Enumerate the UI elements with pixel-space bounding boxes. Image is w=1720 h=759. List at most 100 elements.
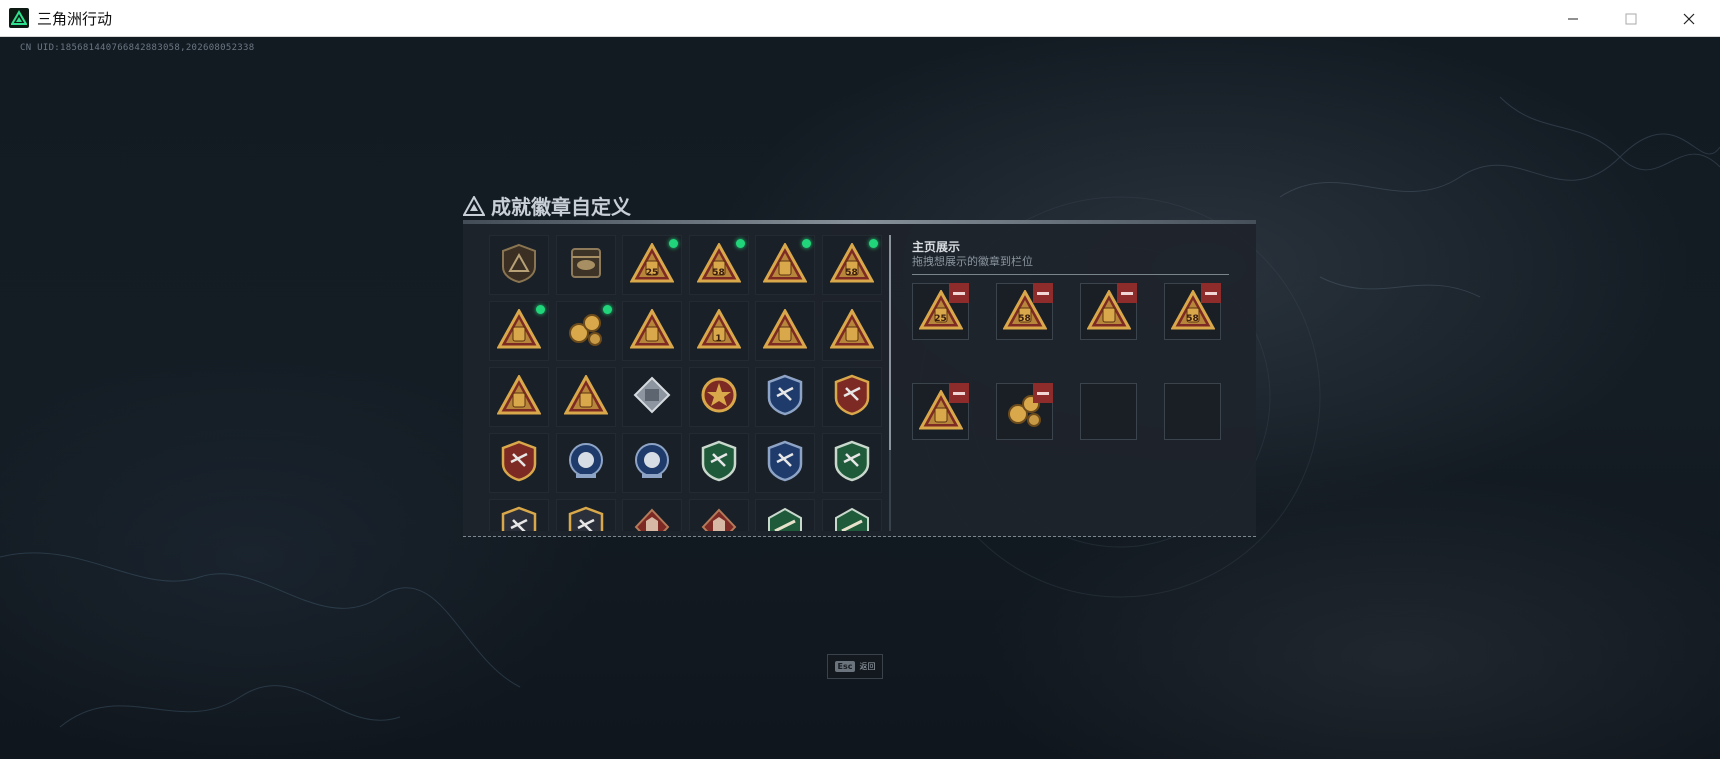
badge-cell[interactable]	[622, 301, 682, 361]
badge-cell[interactable]	[622, 367, 682, 427]
badge-number-label: 1	[715, 334, 722, 344]
close-button[interactable]	[1660, 0, 1718, 37]
minus-icon	[1037, 291, 1049, 295]
gear-cluster-icon	[565, 309, 607, 353]
silver-diamond-icon	[632, 375, 672, 419]
showcase-slot[interactable]: 58	[996, 283, 1053, 340]
new-badge-dot	[669, 239, 678, 248]
triangle-backpack-icon	[695, 241, 742, 287]
showcase-slot[interactable]: 25	[912, 283, 969, 340]
new-badge-dot	[536, 305, 545, 314]
badge-cell[interactable]	[755, 235, 815, 295]
new-badge-dot	[735, 239, 745, 248]
blue-shield-wings-icon	[765, 374, 805, 420]
remove-badge-button[interactable]	[1117, 283, 1137, 303]
badge-cell[interactable]: 58	[688, 235, 749, 295]
panel-header: 成就徽章自定义	[463, 191, 631, 220]
red-wolf-emblem-icon	[632, 507, 672, 531]
badge-cell[interactable]	[755, 367, 815, 427]
badge-cell[interactable]	[622, 499, 682, 531]
shield-triangle-icon	[501, 243, 537, 287]
showcase-slot[interactable]	[1080, 383, 1137, 440]
esc-back-button[interactable]: Esc 返回	[827, 654, 883, 679]
showcase-subtitle: 拖拽想展示的徽章到栏位	[912, 255, 1033, 268]
badge-cell[interactable]	[489, 499, 549, 531]
esc-key-hint: Esc	[834, 661, 856, 672]
badge-cell[interactable]	[688, 367, 749, 427]
app-logo-icon	[9, 8, 29, 28]
helicopter-badge-icon	[566, 243, 606, 287]
triangle-wings-icon	[496, 373, 542, 419]
badge-cell[interactable]	[755, 433, 815, 493]
minus-icon	[953, 291, 965, 295]
showcase-slot[interactable]	[912, 383, 969, 440]
remove-badge-button[interactable]	[1033, 283, 1053, 303]
badge-cell[interactable]: 58	[821, 235, 882, 295]
esc-back-label: 返回	[859, 662, 876, 671]
badge-customize-panel: 25 58 58 1 主页展示 拖拽想展示的徽章到栏位 25 58 58	[463, 224, 1256, 537]
badge-cell[interactable]: 1	[688, 301, 749, 361]
new-badge-dot	[602, 305, 612, 314]
badge-cell[interactable]	[755, 499, 815, 531]
badge-cell[interactable]	[555, 235, 616, 295]
showcase-slot[interactable]: 58	[1164, 283, 1221, 340]
grid-scrollbar-thumb[interactable]	[889, 235, 891, 450]
gold-rifle-shield-icon	[499, 506, 539, 531]
badge-cell[interactable]	[821, 499, 882, 531]
badge-cell[interactable]	[489, 433, 549, 493]
maximize-button[interactable]	[1602, 0, 1660, 37]
showcase-slot[interactable]	[996, 383, 1053, 440]
badge-cell[interactable]	[555, 367, 616, 427]
minimize-button[interactable]	[1544, 0, 1602, 37]
green-plane-shield-icon	[699, 440, 739, 486]
blue-eye-emblem-icon	[632, 441, 672, 485]
triangle-bag-icon	[762, 307, 808, 353]
badge-cell[interactable]	[688, 433, 749, 493]
minus-icon	[953, 391, 965, 395]
minus-icon	[1037, 391, 1049, 395]
badge-cell[interactable]	[755, 301, 815, 361]
slot-number-label: 58	[1018, 314, 1031, 324]
badge-cell[interactable]	[555, 301, 616, 361]
showcase-slot[interactable]	[1080, 283, 1137, 340]
badge-cell[interactable]	[555, 433, 616, 493]
blue-gold-shield-icon	[566, 506, 606, 531]
badge-grid: 25 58 58 1	[489, 235, 883, 531]
badge-cell[interactable]	[489, 235, 549, 295]
triangle-backpack-icon	[828, 241, 875, 287]
game-viewport: CN UID:185681440766842883058,20260805233…	[0, 37, 1720, 759]
badge-cell[interactable]	[821, 367, 882, 427]
showcase-slot[interactable]	[1164, 383, 1221, 440]
triangle-dome-icon	[629, 307, 675, 353]
triangle-backpack-icon	[629, 241, 675, 287]
delta-logo-icon	[463, 195, 485, 216]
minus-icon	[1205, 291, 1217, 295]
triangle-number-icon	[695, 307, 742, 353]
window-title-bar: 三角洲行动	[0, 0, 1720, 37]
slot-number-label: 25	[934, 314, 947, 324]
triangle-heart-icon	[828, 307, 875, 353]
uid-watermark: CN UID:185681440766842883058,20260805233…	[20, 43, 255, 53]
badge-cell[interactable]	[555, 499, 616, 531]
slot-number-label: 58	[1186, 314, 1199, 324]
triangle-tower-icon	[496, 307, 542, 353]
remove-badge-button[interactable]	[949, 283, 969, 303]
green-rifle-shield-icon	[832, 440, 872, 486]
remove-badge-button[interactable]	[1033, 383, 1053, 403]
blue-skull-emblem-icon	[566, 441, 606, 485]
red-wolf-emblem-icon	[699, 507, 739, 531]
window-title: 三角洲行动	[37, 9, 113, 28]
badge-cell[interactable]	[821, 433, 882, 493]
badge-cell[interactable]	[821, 301, 882, 361]
badge-cell[interactable]	[688, 499, 749, 531]
remove-badge-button[interactable]	[949, 383, 969, 403]
new-badge-dot	[802, 239, 811, 248]
badge-cell[interactable]	[622, 433, 682, 493]
badge-cell[interactable]	[489, 367, 549, 427]
green-gun-hexagon-icon	[832, 507, 872, 531]
remove-badge-button[interactable]	[1201, 283, 1221, 303]
badge-cell[interactable]	[489, 301, 549, 361]
new-badge-dot	[868, 239, 878, 248]
blue-plane-shield-icon	[765, 440, 805, 486]
badge-cell[interactable]: 25	[622, 235, 682, 295]
